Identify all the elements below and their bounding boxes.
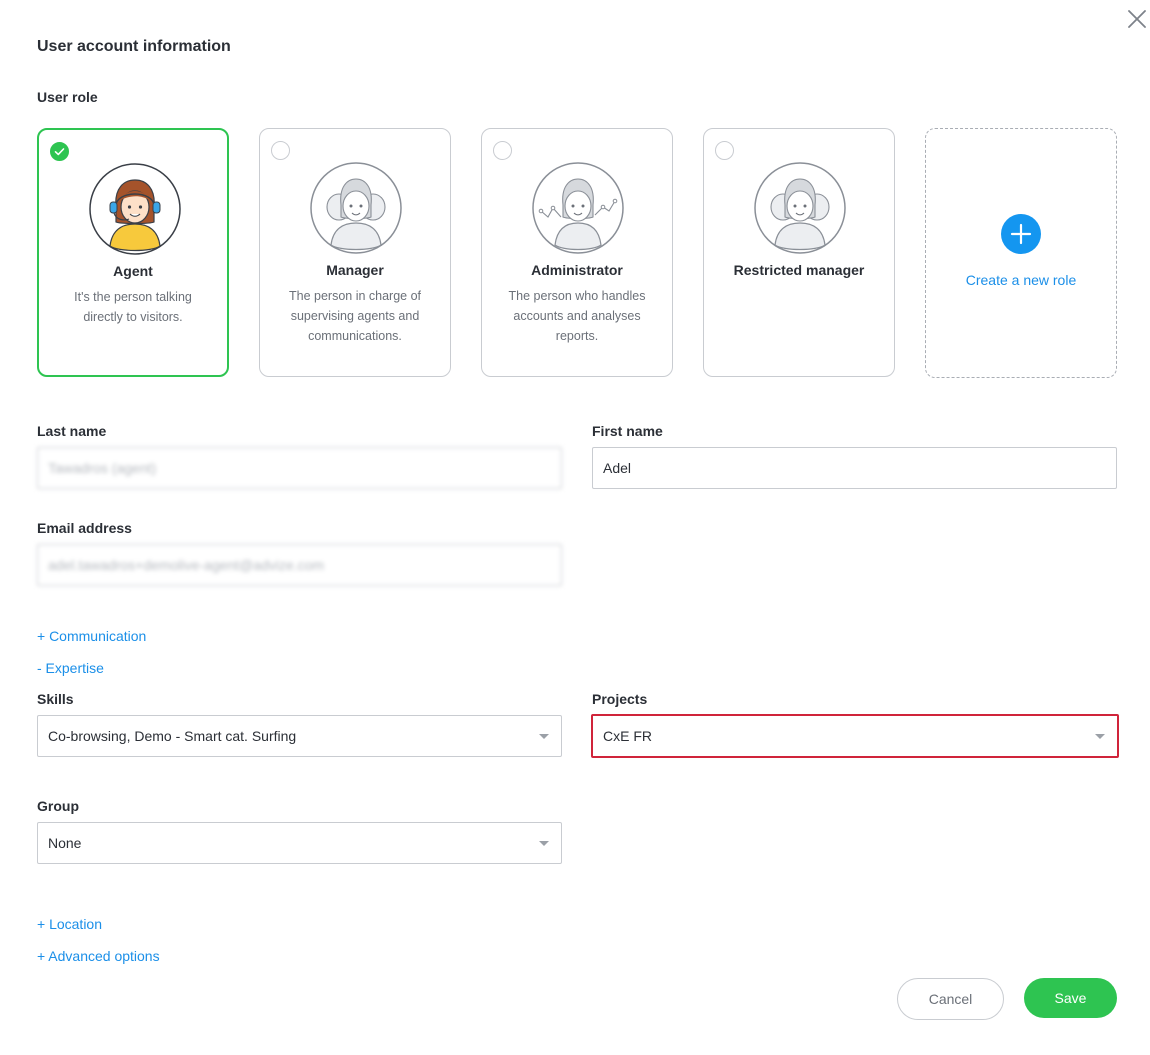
role-name: Administrator: [531, 262, 623, 278]
role-card-manager[interactable]: Manager The person in charge of supervis…: [259, 128, 451, 377]
role-description: It's the person talking directly to visi…: [74, 290, 192, 324]
group-label: Group: [37, 798, 79, 814]
first-name-input[interactable]: [592, 447, 1117, 489]
restricted-manager-avatar-icon: [754, 162, 846, 254]
location-toggle[interactable]: + Location: [37, 916, 102, 932]
user-role-label: User role: [37, 89, 98, 105]
role-description: The person who handles accounts and anal…: [508, 289, 646, 343]
close-icon: [1128, 10, 1146, 28]
plus-icon: [1001, 214, 1041, 254]
last-name-label: Last name: [37, 423, 107, 439]
role-card-restricted-manager[interactable]: Restricted manager: [703, 128, 895, 377]
advanced-options-toggle[interactable]: + Advanced options: [37, 948, 160, 964]
chevron-down-icon: [539, 734, 549, 739]
close-button[interactable]: [1124, 6, 1150, 32]
save-button[interactable]: Save: [1024, 978, 1117, 1018]
manager-avatar-icon: [310, 162, 402, 254]
checkmark-icon: [54, 148, 65, 156]
role-name: Restricted manager: [733, 262, 865, 278]
role-radio-administrator[interactable]: [493, 141, 512, 160]
administrator-avatar-icon: [532, 162, 624, 254]
email-label: Email address: [37, 520, 132, 536]
agent-avatar-icon: [89, 163, 181, 255]
expertise-toggle[interactable]: - Expertise: [37, 660, 104, 676]
projects-select[interactable]: CxE FR: [591, 714, 1119, 758]
skills-value: Co-browsing, Demo - Smart cat. Surfing: [48, 728, 297, 744]
create-role-label: Create a new role: [965, 272, 1077, 288]
cancel-button[interactable]: Cancel: [897, 978, 1004, 1020]
skills-select[interactable]: Co-browsing, Demo - Smart cat. Surfing: [37, 715, 562, 757]
last-name-input[interactable]: [37, 447, 562, 489]
role-description: The person in charge of supervising agen…: [288, 289, 422, 343]
email-input[interactable]: [37, 544, 562, 586]
role-radio-manager[interactable]: [271, 141, 290, 160]
role-radio-agent[interactable]: [50, 142, 69, 161]
group-value: None: [48, 835, 82, 851]
role-card-administrator[interactable]: Administrator The person who handles acc…: [481, 128, 673, 377]
role-radio-restricted-manager[interactable]: [715, 141, 734, 160]
first-name-label: First name: [592, 423, 663, 439]
chevron-down-icon: [1095, 734, 1105, 739]
role-name: Agent: [113, 263, 153, 279]
group-select[interactable]: None: [37, 822, 562, 864]
create-role-card[interactable]: Create a new role: [925, 128, 1117, 378]
chevron-down-icon: [539, 841, 549, 846]
projects-label: Projects: [592, 691, 648, 707]
projects-value: CxE FR: [603, 728, 652, 744]
skills-label: Skills: [37, 691, 74, 707]
role-name: Manager: [326, 262, 384, 278]
page-title: User account information: [37, 38, 231, 55]
communication-toggle[interactable]: + Communication: [37, 628, 146, 644]
role-card-agent[interactable]: Agent It's the person talking directly t…: [37, 128, 229, 377]
